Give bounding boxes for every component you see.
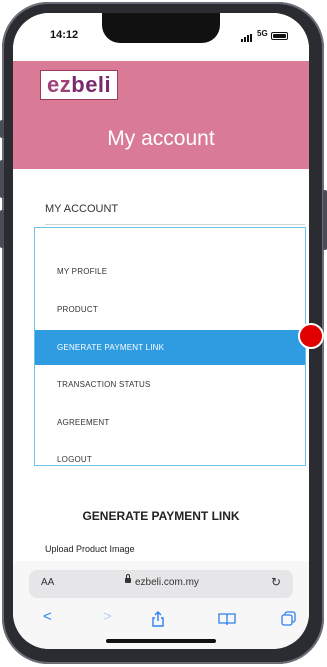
menu-item-transaction-status[interactable]: TRANSACTION STATUS bbox=[35, 367, 305, 402]
page-title: My account bbox=[107, 127, 215, 150]
status-time: 14:12 bbox=[50, 29, 79, 41]
logo-prefix: ez bbox=[47, 72, 72, 97]
battery-icon bbox=[271, 32, 288, 40]
account-menu: MY PROFILE PRODUCT GENERATE PAYMENT LINK… bbox=[34, 227, 306, 466]
share-icon[interactable] bbox=[151, 611, 165, 627]
marker-dot bbox=[298, 323, 324, 349]
divider bbox=[45, 224, 305, 225]
mute-switch bbox=[0, 120, 4, 138]
notch bbox=[102, 13, 220, 43]
ezbeli-logo[interactable]: ezbeli bbox=[40, 70, 119, 100]
address-bar[interactable]: AA ezbeli.com.my ↻ bbox=[29, 570, 293, 598]
menu-item-my-profile[interactable]: MY PROFILE bbox=[35, 254, 305, 289]
tabs-icon[interactable] bbox=[281, 611, 296, 626]
reload-icon[interactable]: ↻ bbox=[271, 575, 281, 589]
menu-item-agreement[interactable]: AGREEMENT bbox=[35, 405, 305, 440]
section-label: MY ACCOUNT bbox=[45, 203, 119, 215]
status-bar: 14:12 5G bbox=[13, 13, 309, 61]
upload-label: Upload Product Image bbox=[45, 544, 135, 554]
signal-icon bbox=[241, 34, 255, 42]
section-heading: GENERATE PAYMENT LINK bbox=[82, 509, 240, 523]
home-indicator bbox=[106, 639, 216, 643]
lock-icon bbox=[125, 574, 131, 583]
menu-item-product[interactable]: PRODUCT bbox=[35, 292, 305, 327]
menu-item-logout[interactable]: LOGOUT bbox=[35, 442, 305, 477]
menu-item-generate-payment-link[interactable]: GENERATE PAYMENT LINK bbox=[35, 330, 305, 365]
volume-up-button bbox=[0, 160, 4, 198]
url-text: ezbeli.com.my bbox=[135, 577, 199, 588]
text-size-button[interactable]: AA bbox=[41, 577, 54, 588]
logo-suffix: beli bbox=[71, 72, 112, 97]
page-header: ezbeli My account bbox=[13, 61, 309, 169]
forward-icon[interactable]: > bbox=[103, 608, 112, 625]
screen: 14:12 5G ezbeli My account MY ACCOUNT MY… bbox=[13, 13, 309, 649]
browser-toolbar: AA ezbeli.com.my ↻ < > bbox=[13, 561, 309, 649]
power-button bbox=[323, 190, 327, 250]
volume-down-button bbox=[0, 210, 4, 248]
bookmarks-icon[interactable] bbox=[218, 613, 236, 626]
back-icon[interactable]: < bbox=[43, 608, 52, 625]
network-type: 5G bbox=[257, 29, 268, 38]
